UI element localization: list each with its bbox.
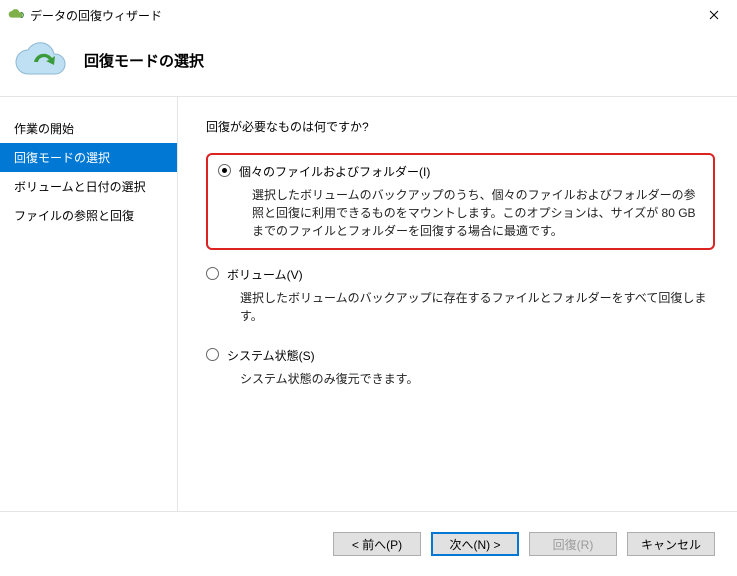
cancel-button[interactable]: キャンセル: [627, 532, 715, 556]
step-browse-recover[interactable]: ファイルの参照と回復: [0, 201, 177, 230]
wizard-steps-sidebar: 作業の開始 回復モードの選択 ボリュームと日付の選択 ファイルの参照と回復: [0, 96, 178, 512]
step-start[interactable]: 作業の開始: [0, 114, 177, 143]
titlebar: データの回復ウィザード: [0, 0, 737, 30]
option-files-folders[interactable]: 個々のファイルおよびフォルダー(I): [218, 163, 703, 180]
radio-volume[interactable]: [206, 267, 219, 280]
window-title: データの回復ウィザード: [30, 7, 162, 24]
wizard-main: 回復が必要なものは何ですか? 個々のファイルおよびフォルダー(I) 選択したボリ…: [178, 96, 737, 512]
radio-system-state[interactable]: [206, 348, 219, 361]
wizard-footer: < 前へ(P) 次へ(N) > 回復(R) キャンセル: [0, 512, 737, 576]
step-volume-date[interactable]: ボリュームと日付の選択: [0, 172, 177, 201]
question-text: 回復が必要なものは何ですか?: [206, 118, 715, 135]
radio-files-folders[interactable]: [218, 164, 231, 177]
option-files-folders-highlight: 個々のファイルおよびフォルダー(I) 選択したボリュームのバックアップのうち、個…: [206, 153, 715, 250]
next-button[interactable]: 次へ(N) >: [431, 532, 519, 556]
page-title: 回復モードの選択: [84, 50, 204, 71]
wizard-header: 回復モードの選択: [0, 30, 737, 94]
option-system-state[interactable]: システム状態(S): [206, 347, 715, 364]
option-system-state-desc: システム状態のみ復元できます。: [240, 370, 715, 388]
close-button[interactable]: [691, 0, 737, 30]
option-files-folders-desc: 選択したボリュームのバックアップのうち、個々のファイルおよびフォルダーの参照と回…: [252, 186, 703, 240]
prev-button[interactable]: < 前へ(P): [333, 532, 421, 556]
cloud-sync-icon: [14, 40, 70, 80]
wizard-body: 作業の開始 回復モードの選択 ボリュームと日付の選択 ファイルの参照と回復 回復…: [0, 96, 737, 512]
step-recovery-mode[interactable]: 回復モードの選択: [0, 143, 177, 172]
option-volume-label: ボリューム(V): [227, 266, 303, 283]
option-volume[interactable]: ボリューム(V): [206, 266, 715, 283]
option-files-folders-label: 個々のファイルおよびフォルダー(I): [239, 163, 430, 180]
option-system-state-label: システム状態(S): [227, 347, 315, 364]
recover-button: 回復(R): [529, 532, 617, 556]
option-volume-desc: 選択したボリュームのバックアップに存在するファイルとフォルダーをすべて回復します…: [240, 289, 715, 325]
cloud-refresh-icon: [8, 7, 24, 23]
